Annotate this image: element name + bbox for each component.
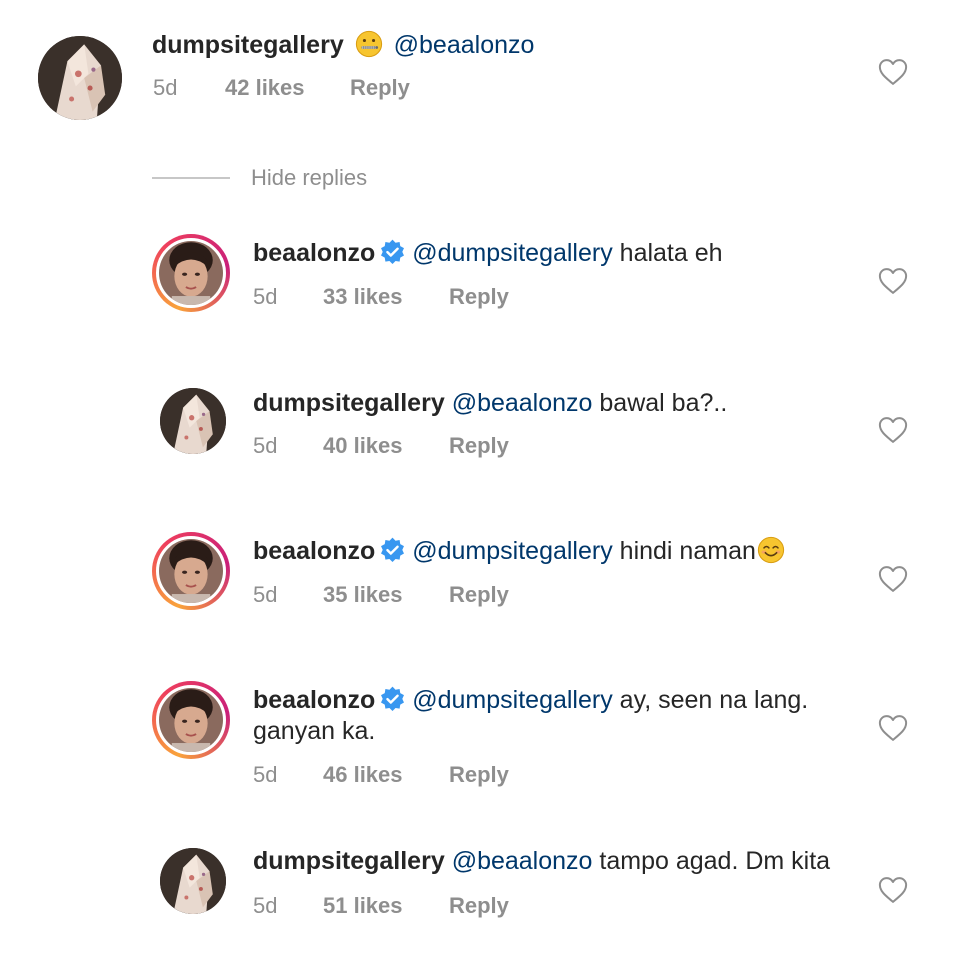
hide-replies-label[interactable]: Hide replies (251, 165, 367, 191)
comment-time: 5d (153, 75, 178, 100)
reply-time: 5d (253, 582, 278, 607)
reply-mention[interactable]: @dumpsitegallery (412, 686, 612, 714)
reply-likes[interactable]: 51 likes (323, 893, 403, 919)
comment-reply-button[interactable]: Reply (350, 75, 410, 101)
reply-text-line: beaalonzo @dumpsitegallery ay, seen na la… (253, 685, 843, 747)
reply-username[interactable]: beaalonzo (253, 239, 375, 267)
avatar-image (38, 36, 122, 120)
reply-mention[interactable]: @dumpsitegallery (412, 239, 612, 267)
reply-likes[interactable]: 46 likes (323, 762, 403, 788)
reply-item: beaalonzo @dumpsitegallery halata eh 5d 3… (0, 230, 960, 330)
reply-username[interactable]: beaalonzo (253, 537, 375, 565)
avatar-beaalonzo[interactable] (152, 532, 230, 610)
reply-likes[interactable]: 40 likes (323, 433, 403, 459)
like-heart-icon[interactable] (878, 416, 908, 444)
avatar-beaalonzo[interactable] (152, 681, 230, 759)
reply-time: 5d (253, 893, 278, 918)
reply-time: 5d (253, 284, 278, 309)
reply-time: 5d (253, 762, 278, 787)
avatar-image (160, 848, 226, 914)
avatar-dumpsitegallery[interactable] (38, 36, 122, 120)
reply-text-line: beaalonzo @dumpsitegallery halata eh (253, 238, 723, 269)
verified-badge-icon (379, 686, 406, 713)
comment-text-line: dumpsitegallery @beaalonzo (152, 30, 534, 61)
reply-text: hindi naman (612, 537, 756, 565)
reply-text-line: dumpsitegallery @beaalonzo bawal ba?.. (253, 388, 727, 419)
verified-badge-icon (379, 537, 406, 564)
like-heart-icon[interactable] (878, 58, 908, 86)
reply-time: 5d (253, 433, 278, 458)
like-heart-icon[interactable] (878, 876, 908, 904)
like-heart-icon[interactable] (878, 267, 908, 295)
reply-username[interactable]: dumpsitegallery (253, 847, 445, 875)
reply-item: beaalonzo @dumpsitegallery hindi naman 5d… (0, 528, 960, 628)
reply-text: bawal ba?.. (592, 389, 728, 417)
avatar-image (159, 539, 223, 603)
avatar-beaalonzo[interactable] (152, 234, 230, 312)
reply-item: beaalonzo @dumpsitegallery ay, seen na la… (0, 677, 960, 807)
reply-reply-button[interactable]: Reply (449, 893, 509, 919)
reply-mention[interactable]: @beaalonzo (452, 847, 593, 875)
comment-mention[interactable]: @beaalonzo (394, 31, 535, 59)
avatar-image (160, 388, 226, 454)
avatar-dumpsitegallery[interactable] (160, 848, 226, 914)
hide-replies-toggle[interactable]: Hide replies (152, 165, 452, 191)
reply-item: dumpsitegallery @beaalonzo tampo agad. D… (0, 840, 960, 940)
reply-username[interactable]: dumpsitegallery (253, 389, 445, 417)
avatar-dumpsitegallery[interactable] (160, 388, 226, 454)
zipper-mouth-face-icon (355, 30, 383, 58)
smiling-face-icon (757, 536, 785, 564)
like-heart-icon[interactable] (878, 714, 908, 742)
hide-replies-divider (152, 177, 230, 179)
comment-username[interactable]: dumpsitegallery (152, 31, 344, 59)
reply-mention[interactable]: @dumpsitegallery (412, 537, 612, 565)
avatar-image (159, 688, 223, 752)
reply-username[interactable]: beaalonzo (253, 686, 375, 714)
reply-reply-button[interactable]: Reply (449, 762, 509, 788)
avatar-image (159, 241, 223, 305)
reply-likes[interactable]: 33 likes (323, 284, 403, 310)
reply-text-line: beaalonzo @dumpsitegallery hindi naman (253, 536, 789, 567)
reply-text: halata eh (612, 239, 723, 267)
verified-badge-icon (379, 239, 406, 266)
reply-reply-button[interactable]: Reply (449, 433, 509, 459)
comment-main: dumpsitegallery @beaalonzo 5d 42 likes R… (0, 0, 960, 140)
reply-mention[interactable]: @beaalonzo (452, 389, 593, 417)
reply-reply-button[interactable]: Reply (449, 582, 509, 608)
reply-reply-button[interactable]: Reply (449, 284, 509, 310)
comment-likes[interactable]: 42 likes (225, 75, 305, 101)
reply-likes[interactable]: 35 likes (323, 582, 403, 608)
reply-text: tampo agad. Dm kita (592, 847, 831, 875)
reply-item: dumpsitegallery @beaalonzo bawal ba?.. 5… (0, 380, 960, 480)
like-heart-icon[interactable] (878, 565, 908, 593)
reply-text-line: dumpsitegallery @beaalonzo tampo agad. D… (253, 846, 830, 877)
